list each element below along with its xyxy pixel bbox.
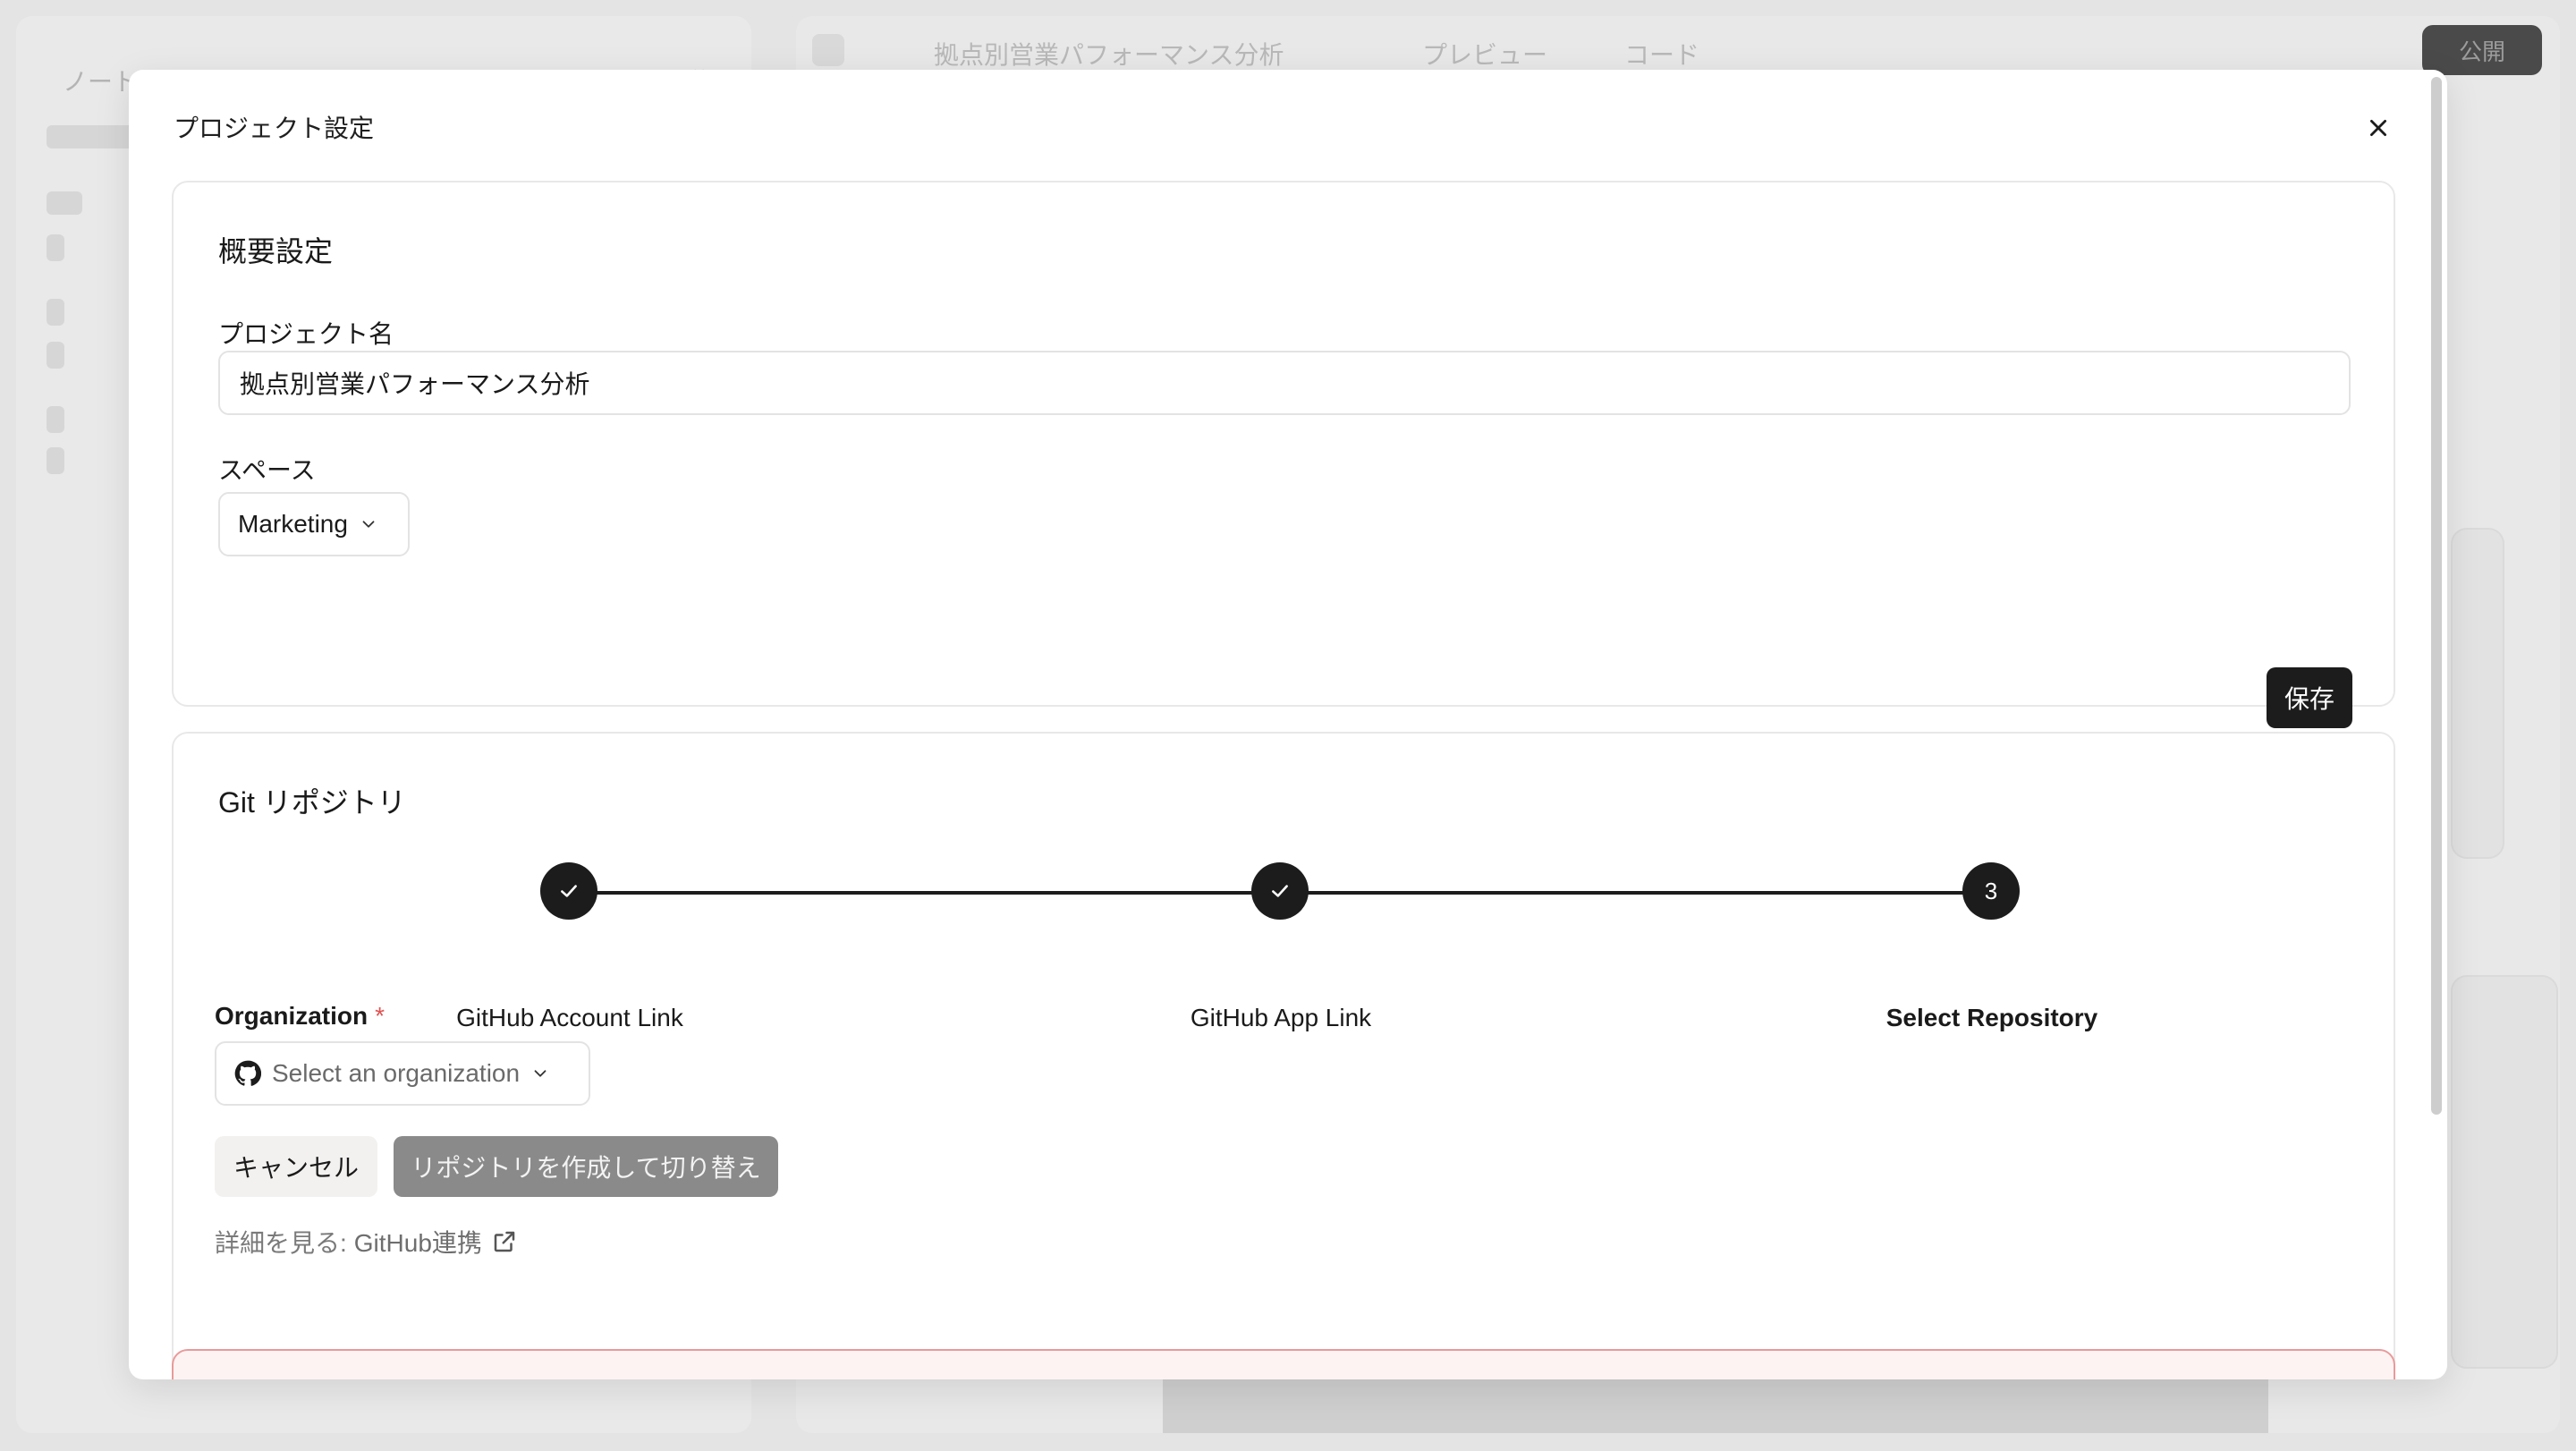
- project-name-input[interactable]: 拠点別営業パフォーマンス分析: [218, 351, 2351, 415]
- project-settings-modal: プロジェクト設定 概要設定 プロジェクト名 拠点別営業パフォーマンス分析 スペー…: [129, 70, 2447, 1379]
- space-label: スペース: [218, 456, 316, 484]
- check-icon: [561, 885, 577, 897]
- background-preview-tab: プレビュー: [1422, 41, 1548, 69]
- modal-scrollbar[interactable]: [2431, 77, 2442, 1115]
- github-integration-link-text: GitHub連携: [353, 1229, 482, 1257]
- github-integration-link[interactable]: GitHub連携: [354, 1224, 518, 1260]
- cancel-button[interactable]: キャンセル: [215, 1136, 377, 1197]
- close-button[interactable]: [2356, 106, 2401, 150]
- background-card: [2451, 528, 2504, 859]
- git-section-title: Git リポジトリ: [218, 786, 406, 819]
- danger-zone-card: [172, 1349, 2395, 1379]
- overview-section-title: 概要設定: [218, 235, 334, 267]
- step-2-indicator: [1251, 862, 1309, 920]
- background-sidebar-row: [47, 234, 64, 261]
- save-button[interactable]: 保存: [2267, 667, 2352, 728]
- close-icon: [2370, 120, 2386, 136]
- check-icon: [1272, 885, 1288, 897]
- background-project-title: 拠点別営業パフォーマンス分析: [934, 41, 1284, 69]
- background-card: [2451, 975, 2558, 1369]
- organization-label-text: Organization: [215, 1002, 369, 1030]
- required-mark: *: [375, 1002, 386, 1030]
- overview-settings-card: 概要設定 プロジェクト名 拠点別営業パフォーマンス分析 スペース Marketi…: [172, 181, 2395, 728]
- step-2-label: GitHub App Link: [1190, 1004, 1372, 1031]
- background-sidebar-row: [47, 447, 64, 474]
- background-sidebar-title: ノート: [63, 68, 139, 96]
- background-sidebar-row: [47, 342, 64, 369]
- learn-more: 詳細を見る: GitHub連携: [215, 1224, 518, 1260]
- project-name-value: 拠点別営業パフォーマンス分析: [240, 370, 590, 398]
- organization-label: Organization *: [215, 1002, 385, 1031]
- background-bottom-strip: [1163, 1378, 2268, 1433]
- background-toolbar-icon: [812, 34, 844, 66]
- space-select[interactable]: Marketing: [218, 492, 410, 556]
- step-1-label: GitHub Account Link: [456, 1004, 683, 1031]
- stepper-connector: [1279, 891, 1989, 895]
- external-link-icon: [494, 1231, 515, 1252]
- background-code-tab: コード: [1624, 41, 1700, 69]
- modal-title: プロジェクト設定: [174, 115, 375, 142]
- chevron-down-icon: [362, 521, 375, 528]
- background-sidebar-row: [47, 299, 64, 326]
- step-1-indicator: [540, 862, 597, 920]
- step-3-label: Select Repository: [1885, 1004, 2098, 1031]
- create-repository-button[interactable]: リポジトリを作成して切り替え: [394, 1136, 778, 1197]
- background-publish-button: 公開: [2422, 25, 2542, 75]
- learn-more-prefix: 詳細を見る:: [215, 1229, 347, 1257]
- background-sidebar-row: [47, 191, 82, 215]
- space-select-value: Marketing: [238, 510, 348, 538]
- stepper-connector: [567, 891, 1279, 895]
- organization-select[interactable]: Select an organization: [215, 1041, 590, 1106]
- step-3-number: 3: [1984, 877, 1998, 904]
- project-name-label: プロジェクト名: [218, 320, 394, 348]
- github-icon: [234, 1060, 261, 1086]
- background-sidebar-row: [47, 406, 64, 433]
- background-publish-label: 公開: [2458, 38, 2505, 65]
- step-3-indicator: 3: [1962, 862, 2020, 920]
- organization-placeholder: Select an organization: [272, 1059, 521, 1087]
- chevron-down-icon: [534, 1070, 547, 1077]
